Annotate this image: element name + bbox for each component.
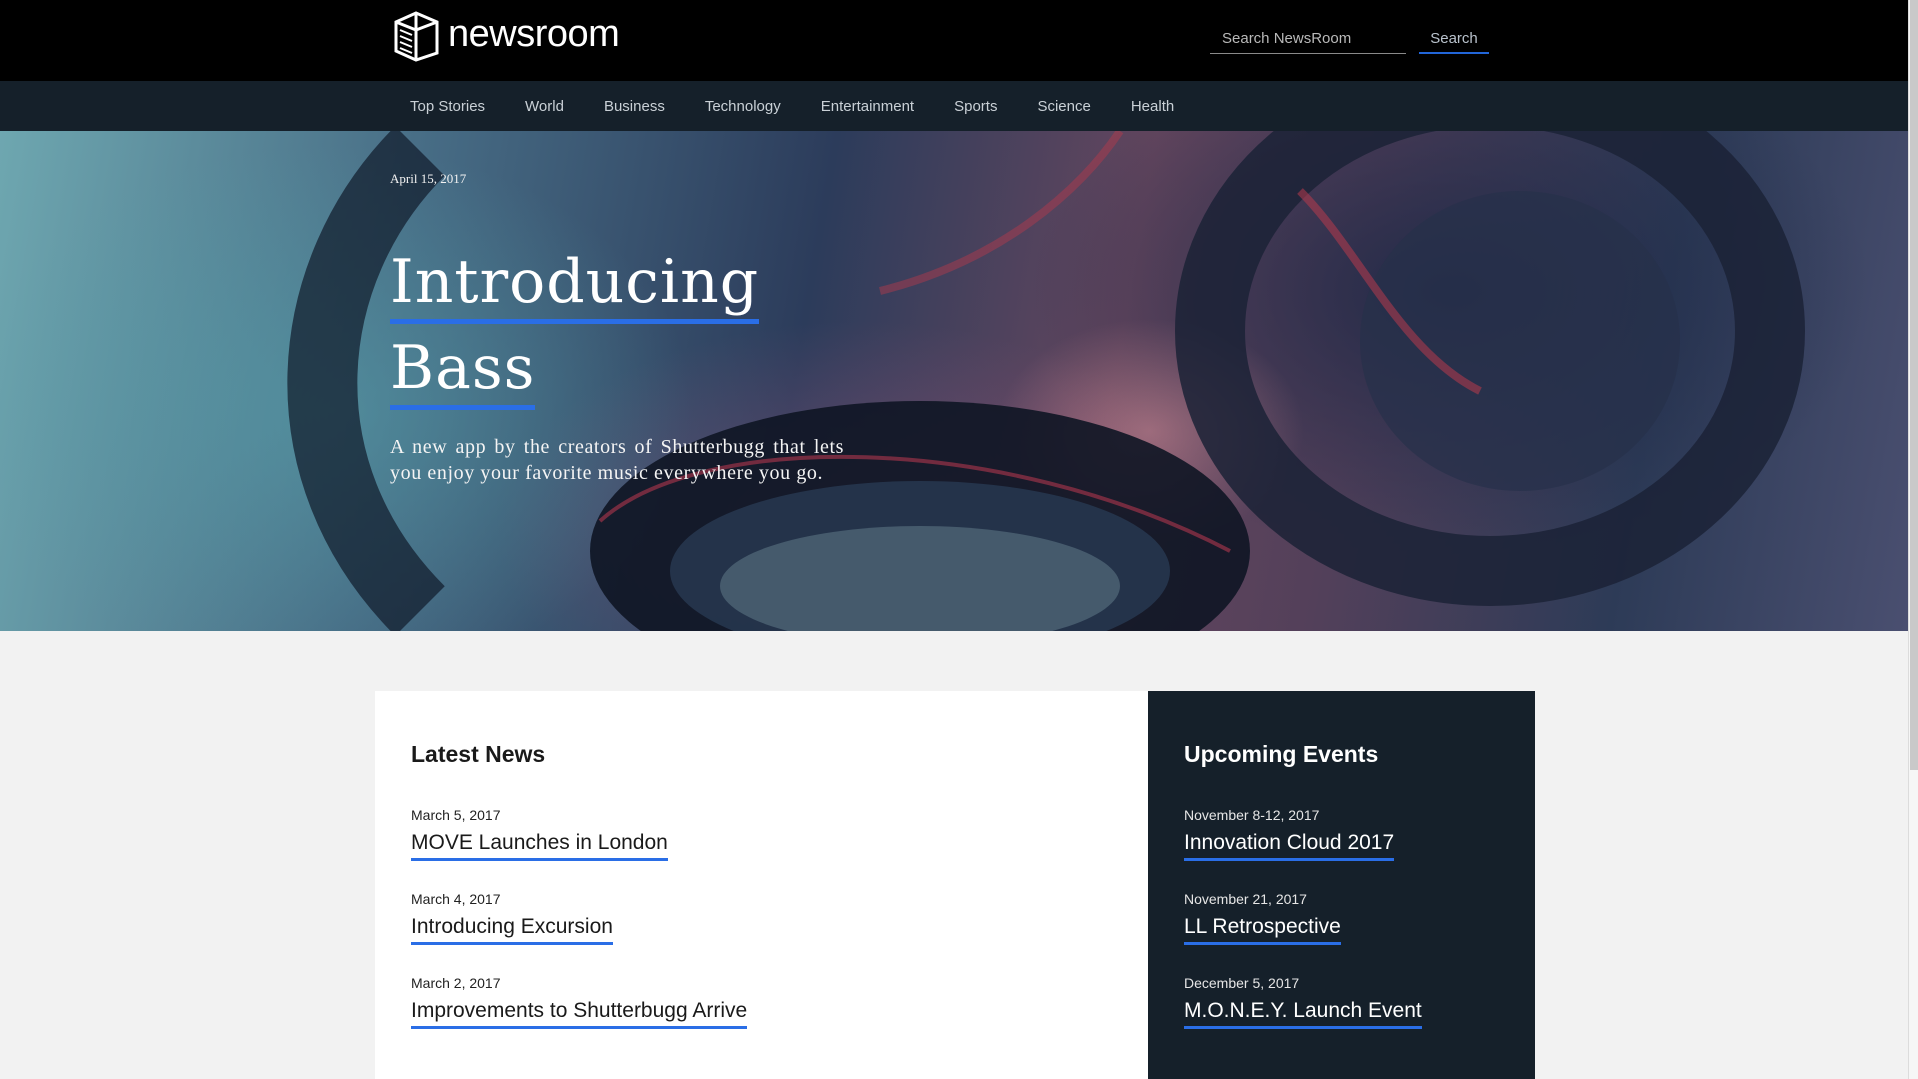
hero-date: April 15, 2017 [390, 171, 467, 186]
news-item-link[interactable]: Improvements to Shutterbugg Arrive [411, 999, 748, 1029]
nav-item-world[interactable]: World [505, 98, 584, 115]
event-item-link[interactable]: M.O.N.E.Y. Launch Event [1184, 999, 1422, 1029]
search-input[interactable] [1210, 24, 1406, 54]
news-item: March 4, 2017 Introducing Excursion [411, 891, 613, 945]
brand-logo[interactable]: newsroom [390, 10, 620, 62]
event-item: November 8-12, 2017 Innovation Cloud 201… [1184, 807, 1395, 861]
cube-building-icon [394, 11, 439, 62]
upcoming-events-panel: Upcoming Events November 8-12, 2017 Inno… [1148, 691, 1535, 1079]
news-item-link[interactable]: MOVE Launches in London [411, 831, 668, 861]
news-item: March 2, 2017 Improvements to Shutterbug… [411, 975, 748, 1029]
event-item-link[interactable]: LL Retrospective [1184, 915, 1341, 945]
headphones-photo [287, 131, 1805, 631]
event-item-link[interactable]: Innovation Cloud 2017 [1184, 831, 1395, 861]
news-item: March 5, 2017 MOVE Launches in London [411, 807, 668, 861]
top-bar: newsroom Search [0, 0, 1908, 81]
nav-item-sports[interactable]: Sports [934, 98, 1017, 115]
hero-banner[interactable]: April 15, 2017 Introducing Bass A new ap… [0, 131, 1908, 631]
hero-title-line-1[interactable]: Introducing [390, 247, 760, 324]
event-item: December 5, 2017 M.O.N.E.Y. Launch Event [1184, 975, 1422, 1029]
nav-item-entertainment[interactable]: Entertainment [801, 98, 934, 115]
nav-item-health[interactable]: Health [1111, 98, 1194, 115]
news-item-link[interactable]: Introducing Excursion [411, 915, 613, 945]
news-item-date: March 2, 2017 [411, 975, 501, 991]
hero-title-line-2[interactable]: Bass [390, 333, 536, 410]
latest-news-panel: Latest News March 5, 2017 MOVE Launches … [375, 691, 1148, 1079]
event-item-date: December 5, 2017 [1184, 975, 1300, 991]
page-scrollbar[interactable] [1908, 0, 1918, 1079]
hero-subtitle: A new app by the creators of Shutterbugg… [390, 436, 844, 484]
news-item-date: March 5, 2017 [411, 807, 501, 823]
event-item-date: November 21, 2017 [1184, 891, 1307, 907]
hero-title[interactable]: Introducing Bass [390, 239, 910, 411]
nav-item-technology[interactable]: Technology [685, 98, 801, 115]
latest-news-heading: Latest News [411, 741, 546, 767]
nav-item-top-stories[interactable]: Top Stories [390, 98, 505, 115]
event-item: November 21, 2017 LL Retrospective [1184, 891, 1341, 945]
upcoming-events-heading: Upcoming Events [1184, 741, 1379, 767]
news-item-date: March 4, 2017 [411, 891, 501, 907]
event-item-date: November 8-12, 2017 [1184, 807, 1320, 823]
category-nav: Top Stories World Business Technology En… [0, 81, 1908, 131]
scrollbar-thumb[interactable] [1910, 0, 1918, 770]
nav-item-science[interactable]: Science [1017, 98, 1110, 115]
nav-item-business[interactable]: Business [584, 98, 685, 115]
search-button[interactable]: Search [1419, 24, 1489, 54]
brand-name: newsroom [448, 12, 620, 55]
